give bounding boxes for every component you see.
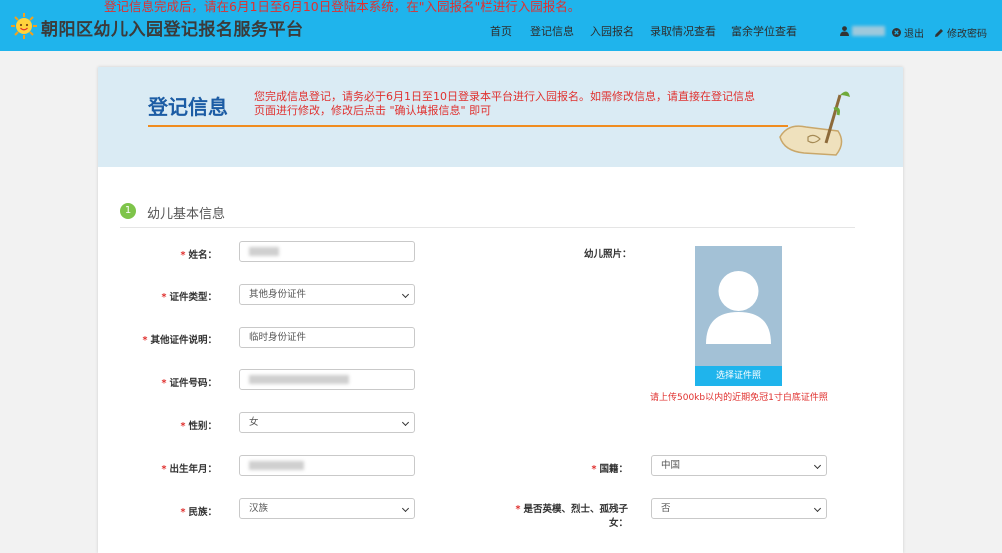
other-id-desc-input[interactable]: 临时身份证件 — [239, 327, 415, 348]
photo-placeholder — [695, 246, 782, 366]
birth-input[interactable] — [239, 455, 415, 476]
hero-orphan-label: * 是否英模、烈士、孤残子 女： — [515, 504, 628, 529]
banner-divider — [148, 125, 788, 127]
id-number-label: * 证件号码： — [161, 378, 217, 389]
photo-upload-note: 请上传500kb以内的近期免冠1寸白底证件照 — [650, 393, 828, 403]
username-redacted — [852, 26, 885, 36]
nationality-select[interactable]: 中国 — [651, 455, 827, 476]
avatar-icon — [706, 271, 771, 344]
banner-note: 您完成信息登记，请务必于6月1日至10日登录本平台进行入园报名。如需修改信息，请… — [254, 90, 755, 117]
ethnicity-label: * 民族： — [180, 507, 217, 518]
other-id-desc-label: * 其他证件说明： — [142, 335, 217, 346]
nav-admission-results[interactable]: 录取情况查看 — [650, 23, 716, 39]
id-type-select[interactable]: 其他身份证件 — [239, 284, 415, 305]
user-icon — [840, 26, 849, 36]
info-banner: 登记信息 您完成信息登记，请务必于6月1日至10日登录本平台进行入园报名。如需修… — [98, 67, 903, 167]
registration-card: 登记信息 您完成信息登记，请务必于6月1日至10日登录本平台进行入园报名。如需修… — [98, 67, 903, 553]
ethnicity-select[interactable]: 汉族 — [239, 498, 415, 519]
banner-title: 登记信息 — [148, 95, 228, 119]
photo-label: 幼儿照片： — [584, 249, 632, 260]
nav-registration-info[interactable]: 登记信息 — [530, 23, 574, 39]
hero-orphan-select[interactable]: 否 — [651, 498, 827, 519]
change-password-link[interactable]: 修改密码 — [934, 25, 987, 40]
scroll-quill-icon — [779, 91, 850, 156]
name-label: * 姓名： — [180, 250, 217, 261]
nationality-label: * 国籍： — [591, 464, 628, 475]
logout-link[interactable]: 退出 — [892, 25, 924, 40]
id-type-label: * 证件类型： — [161, 292, 217, 303]
change-password-label: 修改密码 — [947, 29, 987, 40]
nav-spare-places[interactable]: 富余学位查看 — [731, 23, 797, 39]
pencil-icon — [935, 28, 943, 37]
id-number-input[interactable] — [239, 369, 415, 390]
name-input[interactable] — [239, 241, 415, 262]
logout-icon — [892, 28, 901, 37]
redacted-value — [249, 375, 349, 384]
site-title: 朝阳区幼儿入园登记报名服务平台 — [41, 20, 304, 40]
section-number-badge: 1 — [120, 203, 136, 219]
select-photo-button[interactable]: 选择证件照 — [695, 366, 782, 386]
announcement-marquee: 登记信息完成后，请在6月1日至6月10日登陆本系统，在"入园报名"栏进行入园报名… — [104, 0, 581, 14]
logout-label: 退出 — [904, 29, 924, 40]
nav-home[interactable]: 首页 — [490, 23, 512, 39]
section-divider — [120, 227, 855, 228]
section-title: 幼儿基本信息 — [147, 207, 226, 222]
sun-logo-icon — [11, 13, 37, 39]
gender-select[interactable]: 女 — [239, 412, 415, 433]
nav-enrollment[interactable]: 入园报名 — [590, 23, 634, 39]
gender-label: * 性别： — [180, 421, 217, 432]
redacted-value — [249, 461, 304, 470]
birth-label: * 出生年月： — [161, 464, 217, 475]
redacted-value — [249, 247, 279, 256]
